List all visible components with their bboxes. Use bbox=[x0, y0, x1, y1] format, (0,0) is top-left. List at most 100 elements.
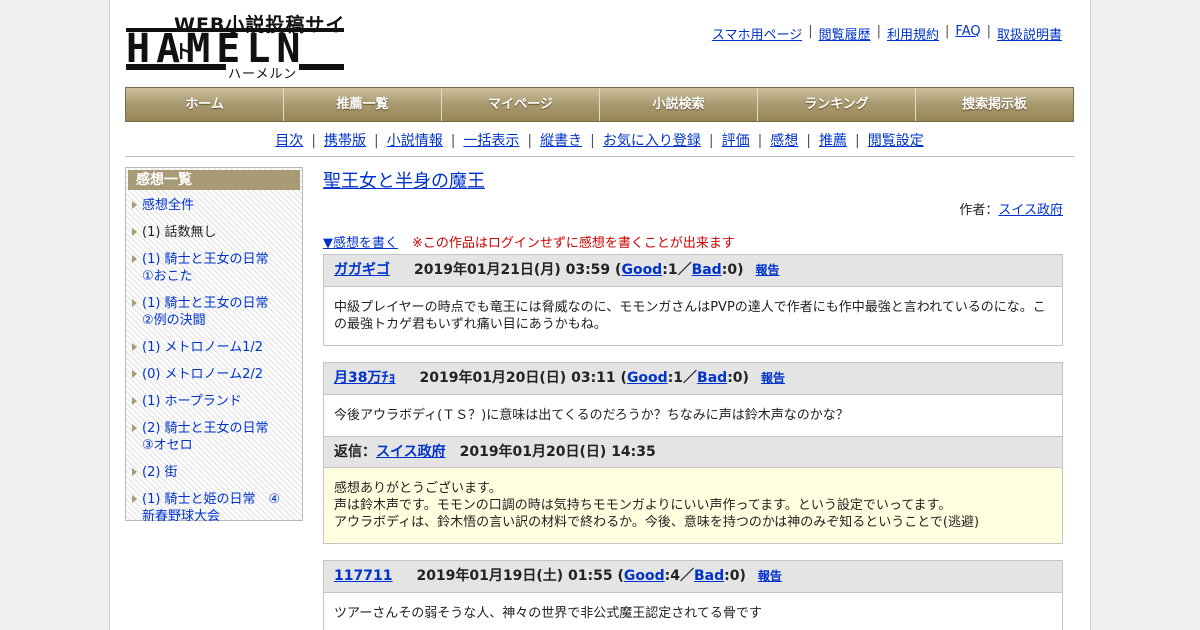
subnav-link[interactable]: 縦書き bbox=[540, 133, 582, 149]
write-review-note: ※この作品はログインせずに感想を書くことが出来ます bbox=[412, 236, 735, 251]
sidebar-item[interactable]: (1) 騎士と王女の日常 ①おこた bbox=[126, 248, 302, 288]
top-link[interactable]: 閲覧履歴 bbox=[819, 24, 871, 43]
top-link[interactable]: 利用規約 bbox=[887, 24, 939, 43]
sidebar-item-link[interactable]: (1) メトロノーム1/2 bbox=[142, 340, 263, 355]
bad-link[interactable]: Bad bbox=[694, 568, 724, 584]
sidebar-item-link[interactable]: (1) 騎士と王女の日常 ②例の決闘 bbox=[142, 296, 282, 328]
nav-item[interactable]: 推薦一覧 bbox=[284, 88, 442, 121]
review-card: 117711 2019年01月19日(土) 01:55 (Good:4／Bad:0… bbox=[323, 560, 1063, 630]
triangle-bullet-icon bbox=[132, 228, 137, 236]
logo-kana: ハーメルン bbox=[226, 63, 300, 82]
nav-item[interactable]: 小説検索 bbox=[600, 88, 758, 121]
reply-author-link[interactable]: スイス政府 bbox=[376, 444, 446, 460]
review-header: 月38万ﾁｮ 2019年01月20日(日) 03:11 (Good:1／Bad:0… bbox=[324, 363, 1062, 395]
paren: ( bbox=[615, 370, 627, 386]
sidebar-title: 感想一覧 bbox=[128, 170, 300, 190]
link-separator: | bbox=[806, 133, 812, 149]
review-date: 2019年01月21日(月) 03:59 bbox=[414, 262, 611, 278]
subnav-link[interactable]: 目次 bbox=[275, 133, 303, 149]
reviewer-link[interactable]: 117711 bbox=[334, 568, 392, 584]
work-title-link[interactable]: 聖王女と半身の魔王 bbox=[323, 171, 485, 192]
good-count: 1 bbox=[667, 262, 678, 278]
slash: ／ bbox=[677, 262, 692, 278]
report-link[interactable]: 報告 bbox=[761, 371, 785, 385]
link-separator: | bbox=[708, 133, 714, 149]
reply-text: 感想ありがとうございます。 bbox=[334, 481, 502, 496]
divider bbox=[125, 156, 1074, 157]
subnav-link[interactable]: 一括表示 bbox=[463, 133, 519, 149]
subnav-link[interactable]: お気に入り登録 bbox=[603, 133, 701, 149]
nav-item[interactable]: ランキング bbox=[758, 88, 916, 121]
review-body: ツアーさんその弱そうな人、神々の世界で非公式魔王認定されてる骨です bbox=[324, 593, 1062, 630]
report-link[interactable]: 報告 bbox=[755, 263, 779, 277]
link-separator: | bbox=[986, 24, 991, 39]
review-text: 中級プレイヤーの時点でも竜王には脅威なのに、モモンガさんはPVPの達人で作者にも… bbox=[334, 300, 1046, 332]
subnav-link[interactable]: 評価 bbox=[722, 133, 750, 149]
slash: ／ bbox=[683, 370, 698, 386]
sidebar-item-link[interactable]: (1) 騎士と姫の日常 ④新春野球大会 bbox=[142, 492, 280, 524]
sidebar-item[interactable]: (0) メトロノーム2/2 bbox=[126, 363, 302, 386]
review-date: 2019年01月19日(土) 01:55 bbox=[416, 568, 613, 584]
reviewer-link[interactable]: 月38万ﾁｮ bbox=[334, 370, 395, 386]
reply-header: 返信：スイス政府 2019年01月20日(日) 14:35 bbox=[324, 436, 1062, 468]
link-separator: | bbox=[757, 133, 763, 149]
sidebar-item-link[interactable]: (2) 騎士と王女の日常 ③オセロ bbox=[142, 421, 282, 453]
write-review-link[interactable]: ▼感想を書く bbox=[323, 236, 398, 251]
sidebar-item[interactable]: (1) 騎士と王女の日常 ②例の決闘 bbox=[126, 292, 302, 332]
sidebar-item[interactable]: (1) 騎士と姫の日常 ④新春野球大会 bbox=[126, 488, 302, 528]
top-link[interactable]: スマホ用ページ bbox=[712, 24, 802, 43]
good-count: 1 bbox=[673, 370, 684, 386]
review-text: ツアーさんその弱そうな人、神々の世界で非公式魔王認定されてる骨です bbox=[334, 606, 762, 621]
sidebar-item[interactable]: 感想全件 bbox=[126, 194, 302, 217]
bad-link[interactable]: Bad bbox=[697, 370, 727, 386]
triangle-bullet-icon bbox=[132, 370, 137, 378]
subnav-link[interactable]: 小説情報 bbox=[387, 133, 443, 149]
site-logo[interactable]: WEB小説投稿サイト HAMELN ハーメルン bbox=[126, 10, 346, 82]
sidebar-item-link[interactable]: 感想全件 bbox=[142, 198, 194, 213]
sub-nav: 目次 | 携帯版 | 小説情報 | 一括表示 | 縦書き | お気に入り登録 | 評価 | 感想 | 推薦 | 閲覧… bbox=[125, 130, 1074, 150]
triangle-bullet-icon bbox=[132, 299, 137, 307]
slash: ／ bbox=[680, 568, 695, 584]
paren: ) bbox=[739, 568, 746, 584]
subnav-link[interactable]: 閲覧設定 bbox=[868, 133, 924, 149]
good-link[interactable]: Good bbox=[621, 262, 662, 278]
bad-link[interactable]: Bad bbox=[692, 262, 722, 278]
sidebar-item-link[interactable]: (1) 騎士と王女の日常 ①おこた bbox=[142, 252, 282, 284]
paren: ) bbox=[742, 370, 749, 386]
sidebar-item[interactable]: (2) 街 bbox=[126, 461, 302, 484]
reply-label: 返信： bbox=[334, 444, 376, 460]
subnav-link[interactable]: 推薦 bbox=[819, 133, 847, 149]
triangle-bullet-icon bbox=[132, 468, 137, 476]
link-separator: | bbox=[311, 133, 316, 149]
review-header: ガガギゴ 2019年01月21日(月) 03:59 (Good:1／Bad:0) 報… bbox=[324, 255, 1062, 287]
subnav-link[interactable]: 携帯版 bbox=[324, 133, 366, 149]
good-count: 4 bbox=[670, 568, 681, 584]
top-link[interactable]: FAQ bbox=[955, 24, 980, 43]
sidebar-item-link[interactable]: (1) ホープランド bbox=[142, 394, 242, 409]
top-link[interactable]: 取扱説明書 bbox=[997, 24, 1062, 43]
nav-item[interactable]: マイページ bbox=[442, 88, 600, 121]
nav-item[interactable]: ホーム bbox=[126, 88, 284, 121]
good-link[interactable]: Good bbox=[624, 568, 665, 584]
report-link[interactable]: 報告 bbox=[758, 569, 782, 583]
review-card: 月38万ﾁｮ 2019年01月20日(日) 03:11 (Good:1／Bad:0… bbox=[323, 362, 1063, 544]
author-link[interactable]: スイス政府 bbox=[998, 203, 1063, 218]
paren: ( bbox=[612, 568, 624, 584]
review-list: ガガギゴ 2019年01月21日(月) 03:59 (Good:1／Bad:0) 報… bbox=[323, 254, 1063, 630]
sidebar-item-link[interactable]: (0) メトロノーム2/2 bbox=[142, 367, 263, 382]
sidebar-item[interactable]: (2) 騎士と王女の日常 ③オセロ bbox=[126, 417, 302, 457]
sidebar-item[interactable]: (1) ホープランド bbox=[126, 390, 302, 413]
paren: ( bbox=[610, 262, 622, 278]
link-separator: | bbox=[527, 133, 533, 149]
subnav-link[interactable]: 感想 bbox=[770, 133, 798, 149]
good-link[interactable]: Good bbox=[627, 370, 668, 386]
reply-text: 声は鈴木声です。モモンの口調の時は気持ちモモンガよりにいい声作ってます。という設… bbox=[334, 498, 952, 513]
sidebar-item-link[interactable]: (2) 街 bbox=[142, 465, 178, 480]
link-separator: | bbox=[590, 133, 595, 149]
reviewer-link[interactable]: ガガギゴ bbox=[334, 262, 390, 278]
sidebar: 感想一覧 感想全件 (1) 話数無し (1) 騎士と王女の日常 ①おこた (1) 騎士… bbox=[125, 167, 303, 524]
nav-item[interactable]: 捜索掲示板 bbox=[916, 88, 1073, 121]
review-text: 今後アウラボディ(ＴＳ？)に意味は出てくるのだろうか？ちなみに声は鈴木声なのかな… bbox=[334, 408, 849, 423]
sidebar-item[interactable]: (1) メトロノーム1/2 bbox=[126, 336, 302, 359]
